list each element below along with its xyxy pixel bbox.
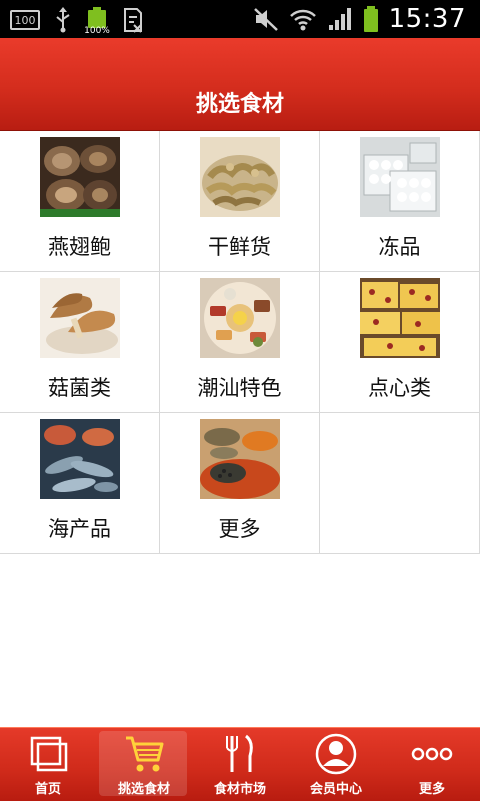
category-label: 潮汕特色	[197, 376, 282, 400]
app-header: 挑选食材	[0, 38, 480, 131]
category-item-abalone[interactable]: 燕翅鲍	[0, 131, 160, 272]
tab-label: 会员中心	[309, 782, 362, 797]
status-left: 100 100%	[10, 6, 144, 36]
category-label: 更多	[218, 517, 261, 541]
home-icon	[30, 736, 68, 772]
dried-goods-image	[200, 137, 280, 217]
frozen-dumplings-image	[360, 137, 440, 217]
category-label: 点心类	[368, 376, 431, 400]
category-label: 冻品	[378, 235, 421, 259]
fork-knife-icon	[226, 734, 253, 772]
seafood-image	[40, 419, 120, 499]
status-bar: 100 100% 15:37	[0, 0, 480, 38]
abalone-image	[40, 137, 120, 217]
battery-icon	[363, 6, 378, 32]
tab-label: 挑选食材	[117, 782, 170, 797]
sd-card-icon	[124, 8, 142, 33]
category-label: 干鲜货	[208, 235, 271, 259]
notification-100-label: 100	[14, 13, 36, 27]
mushrooms-image	[40, 278, 120, 358]
usb-icon	[56, 7, 70, 33]
category-item-frozen[interactable]: 冻品	[320, 131, 480, 272]
tab-ingredient-market[interactable]: 食材市场	[192, 728, 288, 801]
more-icon	[411, 747, 453, 761]
category-item-chaoshan[interactable]: 潮汕特色	[160, 272, 320, 413]
tab-select-ingredients[interactable]: 挑选食材	[96, 728, 192, 801]
tab-member-center[interactable]: 会员中心	[288, 728, 384, 801]
spices-image	[200, 419, 280, 499]
tab-more[interactable]: 更多	[384, 728, 480, 801]
tab-label: 食材市场	[213, 782, 266, 797]
pastry-image	[360, 278, 440, 358]
wifi-icon	[289, 9, 316, 31]
category-label: 菇菌类	[48, 376, 111, 400]
battery-percent-label: 100%	[84, 26, 110, 36]
category-label: 燕翅鲍	[48, 235, 111, 259]
bottom-tab-bar: 首页 挑选食材 食材市场 会员中心 更多	[0, 727, 480, 801]
category-label: 海产品	[48, 517, 111, 541]
status-right: 15:37	[253, 4, 466, 34]
category-item-pastry[interactable]: 点心类	[320, 272, 480, 413]
clock: 15:37	[388, 4, 466, 34]
category-item-seafood[interactable]: 海产品	[0, 413, 160, 554]
notification-100-icon: 100	[10, 10, 40, 30]
tab-label: 更多	[418, 782, 445, 797]
signal-icon	[328, 8, 351, 30]
tab-home[interactable]: 首页	[0, 728, 96, 801]
page-title: 挑选食材	[195, 92, 284, 117]
mute-icon	[253, 8, 278, 31]
user-icon	[315, 733, 357, 775]
chaoshan-platter-image	[200, 278, 280, 358]
category-item-more[interactable]: 更多	[160, 413, 320, 554]
cart-icon	[126, 736, 164, 772]
battery-full-icon: 100%	[84, 6, 110, 36]
category-item-dried-goods[interactable]: 干鲜货	[160, 131, 320, 272]
category-item-mushrooms[interactable]: 菇菌类	[0, 272, 160, 413]
empty-cell	[320, 413, 480, 554]
tab-label: 首页	[34, 782, 61, 797]
